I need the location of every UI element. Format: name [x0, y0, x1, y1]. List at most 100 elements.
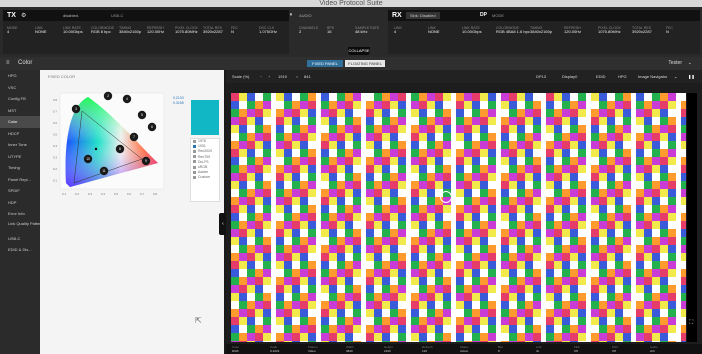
pattern-cell	[231, 165, 239, 173]
cie-point-marker[interactable]: 4	[122, 94, 132, 104]
sidebar-item-hpg[interactable]: HPG	[0, 70, 40, 82]
sidebar-item-panel-repl[interactable]: Panel Repl...	[0, 174, 40, 186]
pattern-cell	[533, 173, 541, 181]
pattern-cell	[599, 277, 607, 285]
pause-icon[interactable]: ❚❚	[688, 74, 695, 79]
tester-dropdown[interactable]: Tester	[668, 60, 682, 66]
pattern-cell	[337, 261, 345, 269]
pattern-cell	[615, 213, 623, 221]
sidebar-item-inner-tone[interactable]: Inner Tone	[0, 139, 40, 151]
rx-source-select[interactable]: Sink: Disabled	[406, 12, 440, 19]
pattern-cell	[636, 141, 644, 149]
pattern-cell	[644, 213, 652, 221]
sidebar-item-link-quality-pattern-error[interactable]: Link Quality Pattern Error	[0, 220, 40, 233]
scale-unit: 841	[304, 74, 311, 79]
cie-point-marker[interactable]: 6	[147, 122, 157, 132]
sidebar-item-error-info[interactable]: Error Info	[0, 208, 40, 220]
cie-point-marker[interactable]: 9	[141, 156, 151, 166]
cie-point-marker[interactable]: 8	[115, 144, 125, 154]
pattern-cell	[456, 309, 464, 317]
sidebar-item-config-fb[interactable]: Config FB	[0, 93, 40, 105]
pattern-cell	[570, 125, 578, 133]
sidebar-item-utype[interactable]: UTYPE	[0, 151, 40, 163]
tool-dp13[interactable]: DP13	[536, 74, 546, 79]
collapse-status-button[interactable]: COLLAPSE	[348, 47, 370, 55]
rx-field: PIXEL CLOCK 1075.80MHz	[598, 26, 621, 34]
pattern-cell	[546, 173, 554, 181]
cie-point-marker[interactable]: 10	[83, 154, 93, 164]
pattern-cell	[517, 317, 525, 325]
pattern-cell	[366, 309, 374, 317]
menu-icon[interactable]: ≡	[6, 60, 10, 66]
info-bar-item: Color RGB	[232, 345, 239, 353]
pattern-cell	[382, 277, 390, 285]
pattern-cell	[533, 197, 541, 205]
pattern-cell	[681, 117, 686, 125]
pattern-cell	[668, 261, 676, 269]
pattern-cell	[247, 181, 255, 189]
pattern-cell	[366, 293, 374, 301]
pattern-cell	[607, 325, 615, 333]
pattern-cell	[554, 101, 562, 109]
sidebar-item-hdp[interactable]: HDP	[0, 197, 40, 209]
zoom-in-icon[interactable]: +	[268, 74, 270, 79]
pattern-cell	[353, 101, 361, 109]
cie-point-marker[interactable]: 7	[129, 132, 139, 142]
color-swatch[interactable]	[191, 100, 219, 135]
pattern-cell	[681, 173, 686, 181]
fixed-panel-button[interactable]: FIXED PANEL	[307, 60, 343, 67]
pattern-cell	[419, 341, 427, 342]
tool-edid[interactable]: EDID	[596, 74, 606, 79]
pattern-cell	[607, 93, 615, 101]
pattern-cell	[308, 317, 316, 325]
color-space-option[interactable]: Custom	[191, 175, 219, 180]
pattern-cell	[300, 149, 308, 157]
pattern-cell	[668, 221, 676, 229]
sidebar-item-usb-c[interactable]: USB-C	[0, 233, 40, 245]
cie-point-marker[interactable]: 2	[103, 91, 113, 101]
tool-image-navigator[interactable]: Image Navigator	[638, 74, 667, 79]
pattern-cell	[517, 277, 525, 285]
pattern-cell	[353, 341, 361, 342]
pattern-cell	[509, 125, 517, 133]
cie-point-marker[interactable]: 5	[137, 110, 147, 120]
pattern-cell	[321, 141, 329, 149]
sidebar-item-spdif[interactable]: SPDIF	[0, 185, 40, 197]
tool-hpg[interactable]: HPG	[618, 74, 627, 79]
sidebar-item-mst[interactable]: MST	[0, 105, 40, 117]
pattern-cell	[345, 277, 353, 285]
chevron-down-icon[interactable]: ⌄	[688, 60, 692, 66]
pattern-cell	[509, 133, 517, 141]
speaker-icon[interactable]: ◖	[289, 12, 293, 18]
zoom-out-icon[interactable]: −	[260, 74, 262, 79]
pattern-cell	[525, 277, 533, 285]
pattern-cell	[366, 245, 374, 253]
expand-icon[interactable]: ⛶	[689, 320, 693, 327]
pattern-cell	[366, 157, 374, 165]
pattern-cell	[636, 301, 644, 309]
cie-point-label: 2	[107, 94, 109, 98]
pattern-cell	[329, 333, 337, 341]
pattern-cell	[443, 253, 451, 261]
pattern-cell	[623, 341, 631, 342]
pattern-cell	[435, 133, 443, 141]
cie-point-marker[interactable]: 3	[71, 104, 81, 114]
pattern-cell	[239, 101, 247, 109]
chevron-down-icon[interactable]: ⌄	[674, 74, 677, 79]
cie-chromaticity-diagram[interactable]: 234567891011 0.1 0.2 0.3 0.4 0.5 0.6 0.7 0.8 0.…	[46, 87, 170, 203]
pattern-cell	[353, 181, 361, 189]
sidebar-item-hdcp[interactable]: HDCP	[0, 128, 40, 140]
cie-point-marker[interactable]: 11	[99, 166, 109, 176]
sidebar-item-timing[interactable]: Timing	[0, 162, 40, 174]
gear-icon[interactable]: ⚙	[21, 12, 26, 19]
tool-display[interactable]: Display0	[562, 74, 577, 79]
sidebar-item-vsc[interactable]: VSC	[0, 82, 40, 94]
floating-panel-button[interactable]: FLOATING PANEL	[345, 60, 385, 67]
sidebar-item-color[interactable]: Color	[0, 116, 40, 128]
pattern-cell	[456, 341, 464, 342]
pattern-cell	[374, 301, 382, 309]
pattern-cell	[607, 333, 615, 341]
sidebar-item-edid-dis[interactable]: EDID & Dis...	[0, 244, 40, 256]
test-pattern-image[interactable]	[231, 93, 686, 342]
pattern-cell	[623, 189, 631, 197]
